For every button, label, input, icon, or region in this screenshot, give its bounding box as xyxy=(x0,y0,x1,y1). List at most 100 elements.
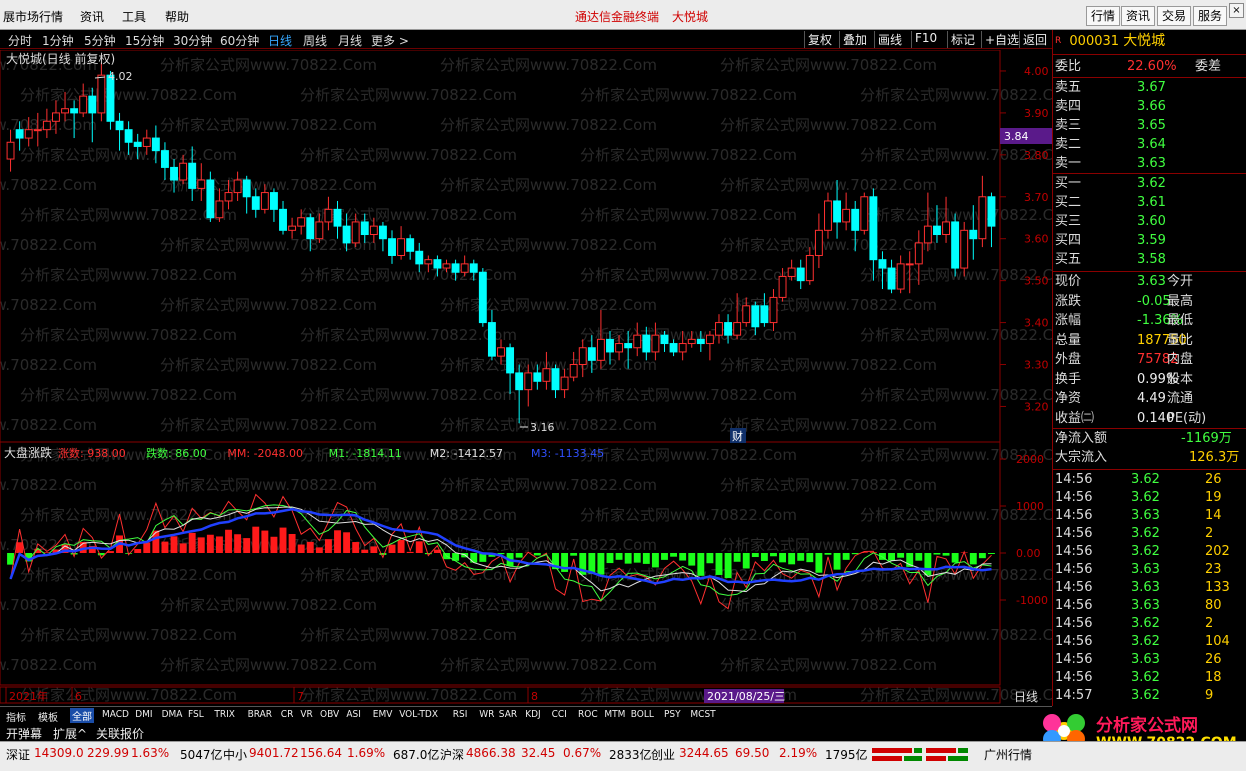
danmu-button[interactable]: 开弹幕 xyxy=(6,725,42,742)
tick-row[interactable]: 14:56 3.62 2 xyxy=(1055,614,1245,633)
tick-row[interactable]: 14:56 3.62 19 xyxy=(1055,488,1245,507)
period-tab-60min[interactable]: 60分钟 xyxy=(220,32,259,49)
candle-body xyxy=(678,343,687,353)
menu-tools[interactable]: 工具 xyxy=(122,8,146,25)
indicator-tab-trix[interactable]: TRIX xyxy=(214,709,235,720)
indicator-tab-fsl[interactable]: FSL xyxy=(188,709,204,720)
indicator-tab-vr[interactable]: VR xyxy=(300,709,312,720)
ask-row[interactable]: 卖一 3.63 xyxy=(1055,154,1245,173)
chart-area[interactable]: 分析家公式网www.70822.Com 分析家公式网www.70822.Com 分析… xyxy=(0,50,1052,705)
tick-row[interactable]: 14:56 3.62 104 xyxy=(1055,632,1245,651)
fuquan-button[interactable]: 复权 xyxy=(804,31,835,48)
related-quote-button[interactable]: 关联报价 xyxy=(96,725,144,742)
tick-row[interactable]: 14:56 3.62 2 xyxy=(1055,524,1245,543)
service-button[interactable]: 服务 xyxy=(1193,6,1228,26)
tick-row[interactable]: 14:56 3.62 26 xyxy=(1055,470,1245,489)
watermark-text: 分析家公式网www.70822.Com xyxy=(300,86,517,104)
stat-row[interactable]: 净资 4.49 流通 xyxy=(1055,389,1245,408)
indicator-tab-macd[interactable]: MACD xyxy=(102,709,129,720)
indicator-tab-roc[interactable]: ROC xyxy=(578,709,598,720)
indicator-tab-dma[interactable]: DMA xyxy=(162,709,183,720)
tick-row[interactable]: 14:56 3.63 133 xyxy=(1055,578,1245,597)
period-tab-month[interactable]: 月线 xyxy=(338,32,362,49)
ask-row[interactable]: 卖五 3.67 xyxy=(1055,78,1245,97)
indicator-tab-模板[interactable]: 模板 xyxy=(38,709,58,724)
tick-row[interactable]: 14:56 3.63 80 xyxy=(1055,596,1245,615)
ask-row[interactable]: 卖三 3.65 xyxy=(1055,116,1245,135)
indicator-tab-mcst[interactable]: MCST xyxy=(690,709,715,720)
indicator-tab-dmi[interactable]: DMI xyxy=(135,709,152,720)
ask-row[interactable]: 卖四 3.66 xyxy=(1055,97,1245,116)
stat-row[interactable]: 涨幅 -1.36% 最低 xyxy=(1055,311,1245,330)
expand-button[interactable]: 扩展^ xyxy=(53,725,87,742)
indicator-tab-cr[interactable]: CR xyxy=(281,709,294,720)
indicator-tab-全部[interactable]: 全部 xyxy=(70,708,94,723)
indicator-name[interactable]: 大盘涨跌 xyxy=(4,445,52,460)
bid-row[interactable]: 买三 3.60 xyxy=(1055,212,1245,231)
stat-row[interactable]: 换手 0.99% 股本 xyxy=(1055,370,1245,389)
ask-row[interactable]: 卖二 3.64 xyxy=(1055,135,1245,154)
indicator-tab-wr[interactable]: WR xyxy=(479,709,494,720)
overlay-button[interactable]: 叠加 xyxy=(839,31,870,48)
period-tab-30min[interactable]: 30分钟 xyxy=(173,32,212,49)
news-button[interactable]: 资讯 xyxy=(1121,6,1156,26)
y-tick-label: 3.60 xyxy=(1024,233,1049,246)
f10-button[interactable]: F10 xyxy=(911,31,940,48)
indicator-tab-brar[interactable]: BRAR xyxy=(248,709,272,720)
menu-market[interactable]: 展市场行情 xyxy=(3,8,63,25)
period-label[interactable]: 日线 xyxy=(1014,690,1038,704)
tick-row[interactable]: 14:56 3.63 14 xyxy=(1055,506,1245,525)
watermark-text: 分析家公式网www.70822.Com xyxy=(300,206,517,224)
stat-row[interactable]: 现价 3.63 今开 xyxy=(1055,272,1245,291)
tick-row[interactable]: 14:56 3.63 26 xyxy=(1055,650,1245,669)
add-favorite-button[interactable]: +自选 xyxy=(981,31,1022,48)
indicator-tab-asi[interactable]: ASI xyxy=(346,709,361,720)
indicator-tab-mtm[interactable]: MTM xyxy=(604,709,625,720)
indicator-tab-psy[interactable]: PSY xyxy=(664,709,681,720)
indicator-tab-boll[interactable]: BOLL xyxy=(631,709,654,720)
indicator-tab-rsi[interactable]: RSI xyxy=(453,709,468,720)
indicator-tab-obv[interactable]: OBV xyxy=(320,709,339,720)
breadth-bar xyxy=(515,553,523,558)
breadth-bar xyxy=(361,549,369,553)
x-tick-label: 2021年 xyxy=(9,689,48,703)
stat-row[interactable]: 涨跌 -0.05 最高 xyxy=(1055,292,1245,311)
draw-button[interactable]: 画线 xyxy=(874,31,905,48)
tick-row[interactable]: 14:57 3.62 9 xyxy=(1055,686,1245,705)
stat-row[interactable]: 外盘 75782 内盘 xyxy=(1055,350,1245,369)
close-icon[interactable]: × xyxy=(1229,3,1244,18)
bid-row[interactable]: 买二 3.61 xyxy=(1055,193,1245,212)
finance-event-label[interactable]: 财 xyxy=(732,429,743,443)
period-tab-fenshi[interactable]: 分时 xyxy=(8,32,32,49)
period-tab-15min[interactable]: 15分钟 xyxy=(125,32,164,49)
bid-row[interactable]: 买五 3.58 xyxy=(1055,250,1245,269)
tick-row[interactable]: 14:56 3.62 202 xyxy=(1055,542,1245,561)
indicator-tab-cci[interactable]: CCI xyxy=(552,709,567,720)
period-tab-day[interactable]: 日线 xyxy=(268,32,292,49)
indicator-tab-sar[interactable]: SAR xyxy=(499,709,517,720)
candle-body xyxy=(15,129,24,139)
bid-row[interactable]: 买四 3.59 xyxy=(1055,231,1245,250)
period-tab-more[interactable]: 更多 > xyxy=(371,32,409,49)
candle-body xyxy=(124,129,133,143)
stat-row[interactable]: 总量 187750 量比 xyxy=(1055,331,1245,350)
quote-button[interactable]: 行情 xyxy=(1086,6,1121,26)
mark-button[interactable]: 标记 xyxy=(947,31,978,48)
bid-row[interactable]: 买一 3.62 xyxy=(1055,174,1245,193)
indicator-tab-kdj[interactable]: KDJ xyxy=(525,709,540,720)
indicator-tab-指标[interactable]: 指标 xyxy=(6,709,26,724)
period-tab-1min[interactable]: 1分钟 xyxy=(42,32,74,49)
breadth-bar xyxy=(370,546,378,553)
menu-help[interactable]: 帮助 xyxy=(165,8,189,25)
trade-button[interactable]: 交易 xyxy=(1157,6,1192,26)
indicator-tab-emv[interactable]: EMV xyxy=(373,709,393,720)
period-tab-week[interactable]: 周线 xyxy=(303,32,327,49)
menu-news[interactable]: 资讯 xyxy=(80,8,104,25)
indicator-tab-vol-tdx[interactable]: VOL-TDX xyxy=(399,709,438,720)
server-label[interactable]: 广州行情 xyxy=(984,746,1032,763)
back-button[interactable]: 返回 xyxy=(1019,31,1050,48)
period-tab-5min[interactable]: 5分钟 xyxy=(84,32,116,49)
stat-row[interactable]: 收益㈡ 0.140 PE(动) xyxy=(1055,409,1245,428)
tick-row[interactable]: 14:56 3.62 18 xyxy=(1055,668,1245,687)
tick-row[interactable]: 14:56 3.63 23 xyxy=(1055,560,1245,579)
